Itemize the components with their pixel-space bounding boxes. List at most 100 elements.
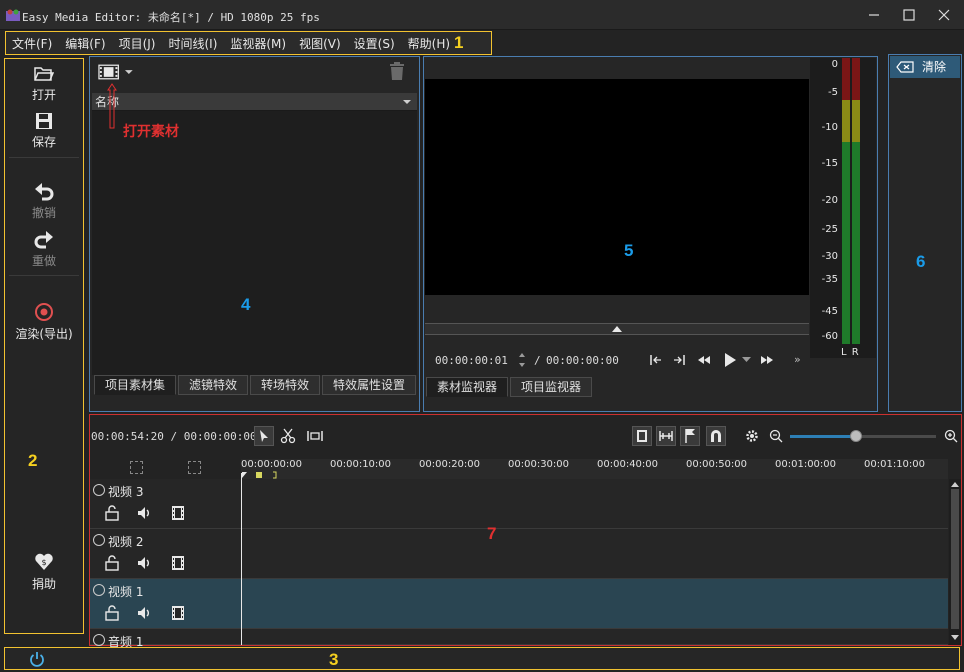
menu-project[interactable]: 项目(J) (113, 35, 163, 52)
zoom-slider-thumb[interactable] (849, 430, 862, 442)
donate-button[interactable]: $ 捐助 (5, 552, 83, 592)
play-icon[interactable] (723, 352, 737, 368)
timeline-timecode[interactable]: 00:00:54:20 / 00:00:00:00 (91, 430, 257, 443)
scroll-down-icon[interactable] (951, 635, 959, 641)
rewind-icon[interactable] (697, 353, 711, 367)
timeline-panel: 00:00:54:20 / 00:00:00:00 00:00:00:00 00… (89, 414, 962, 649)
track-name: 视频 1 (108, 585, 144, 599)
set-out-point-icon[interactable] (672, 353, 686, 367)
zoom-in-button[interactable] (944, 429, 958, 446)
film-icon[interactable] (170, 505, 186, 521)
track-lane-video-1[interactable] (241, 579, 948, 629)
track-radio[interactable] (93, 534, 105, 546)
folder-open-icon (34, 67, 54, 81)
tab-effect-properties[interactable]: 特效属性设置 (322, 375, 417, 395)
clear-log-button[interactable]: 清除 (890, 56, 960, 78)
meter-left-yellow (842, 100, 850, 142)
menu-monitor[interactable]: 监视器(M) (224, 35, 293, 52)
track-header-video-3[interactable]: 视频 3 (90, 479, 241, 529)
delete-clip-button[interactable] (388, 61, 406, 84)
speaker-icon[interactable] (136, 555, 152, 571)
tab-project-monitor[interactable]: 项目监视器 (510, 377, 593, 397)
video-preview[interactable] (425, 79, 809, 295)
track-header-video-1[interactable]: 视频 1 (90, 579, 241, 629)
tab-transitions[interactable]: 转场特效 (250, 375, 321, 395)
ripple-button[interactable] (656, 426, 676, 446)
film-icon[interactable] (170, 555, 186, 571)
timeline-ruler[interactable]: 00:00:00:00 00:00:10:00 00:00:20:00 00:0… (241, 459, 948, 479)
menu-settings[interactable]: 设置(S) (348, 35, 402, 52)
close-icon (938, 9, 950, 21)
menu-help[interactable]: 帮助(H) (402, 35, 457, 52)
film-icon[interactable] (170, 605, 186, 621)
snap-button[interactable] (706, 426, 726, 446)
sort-arrow-icon (403, 100, 411, 104)
fast-forward-icon[interactable] (760, 353, 774, 367)
razor-tool-button[interactable] (280, 428, 296, 447)
zoom-out-button[interactable] (769, 429, 783, 446)
magnet-icon (711, 430, 721, 442)
speaker-icon[interactable] (136, 605, 152, 621)
maximize-button[interactable] (891, 0, 927, 30)
record-icon (35, 303, 53, 321)
track-radio[interactable] (93, 634, 105, 646)
set-in-point-icon[interactable] (649, 353, 663, 367)
track-header-control[interactable] (188, 461, 201, 474)
render-export-button[interactable]: 渲染(导出) (5, 302, 83, 342)
video-track-button[interactable] (632, 426, 652, 446)
track-lane-video-3[interactable] (241, 479, 948, 529)
annotation-3: 3 (329, 650, 339, 669)
spacer-tool-button[interactable] (306, 428, 324, 447)
menu-view[interactable]: 视图(V) (293, 35, 348, 52)
track-lane-video-2[interactable] (241, 529, 948, 579)
tab-filters[interactable]: 滤镜特效 (178, 375, 249, 395)
scrollbar-thumb[interactable] (951, 489, 959, 629)
power-icon[interactable] (29, 651, 45, 667)
meter-label: -35 (821, 274, 838, 285)
track-lane-audio-1[interactable] (241, 629, 948, 645)
menu-file[interactable]: 文件(F) (6, 35, 59, 52)
lock-icon[interactable] (104, 605, 120, 621)
open-media-dropdown[interactable] (98, 63, 134, 81)
window-title: Easy Media Editor: 未命名[*] / HD 1080p 25 … (22, 11, 320, 24)
track-radio[interactable] (93, 584, 105, 596)
menu-timeline[interactable]: 时间线(I) (162, 35, 224, 52)
timeline-playhead[interactable] (241, 473, 242, 645)
track-header-audio-1[interactable]: 音频 1 (90, 629, 241, 649)
undo-button[interactable]: 撤销 (5, 181, 83, 221)
monitor-scrubber[interactable] (425, 323, 809, 335)
track-header-video-2[interactable]: 视频 2 (90, 529, 241, 579)
callout-arrow-icon (107, 83, 117, 129)
monitor-position-timecode[interactable]: 00:00:00:01 (435, 354, 508, 367)
scroll-up-icon[interactable] (951, 481, 959, 487)
marker-button[interactable] (680, 426, 700, 446)
tab-source-monitor[interactable]: 素材监视器 (426, 377, 509, 397)
zoom-slider-track[interactable] (790, 430, 936, 442)
select-tool-button[interactable] (254, 426, 274, 446)
media-list[interactable] (92, 111, 417, 375)
redo-button[interactable]: 重做 (5, 229, 83, 269)
annotation-7: 7 (487, 524, 497, 543)
speaker-icon[interactable] (136, 505, 152, 521)
ripple-icon (659, 431, 673, 441)
close-button[interactable] (926, 0, 962, 30)
ruler-tick: 00:01:00:00 (775, 459, 837, 470)
open-button[interactable]: 打开 (5, 65, 83, 103)
timeline-settings-button[interactable] (745, 429, 759, 446)
tab-project-bin[interactable]: 项目素材集 (94, 375, 177, 395)
playhead-marker-icon (612, 326, 622, 332)
track-radio[interactable] (93, 484, 105, 496)
menu-edit[interactable]: 编辑(F) (59, 35, 112, 52)
meter-label: -20 (821, 195, 838, 206)
minimize-button[interactable] (856, 0, 892, 30)
save-button[interactable]: 保存 (5, 112, 83, 150)
timecode-spinner-icon[interactable] (518, 351, 526, 369)
column-header-name[interactable]: 名称 (92, 93, 417, 111)
play-options-chevron-icon[interactable] (742, 357, 751, 363)
bin-tabbar: 项目素材集 滤镜特效 转场特效 特效属性设置 (94, 375, 418, 395)
more-controls-icon[interactable]: » (794, 353, 801, 366)
timeline-scrollbar[interactable] (949, 479, 961, 645)
lock-icon[interactable] (104, 505, 120, 521)
lock-icon[interactable] (104, 555, 120, 571)
track-header-control[interactable] (130, 461, 143, 474)
